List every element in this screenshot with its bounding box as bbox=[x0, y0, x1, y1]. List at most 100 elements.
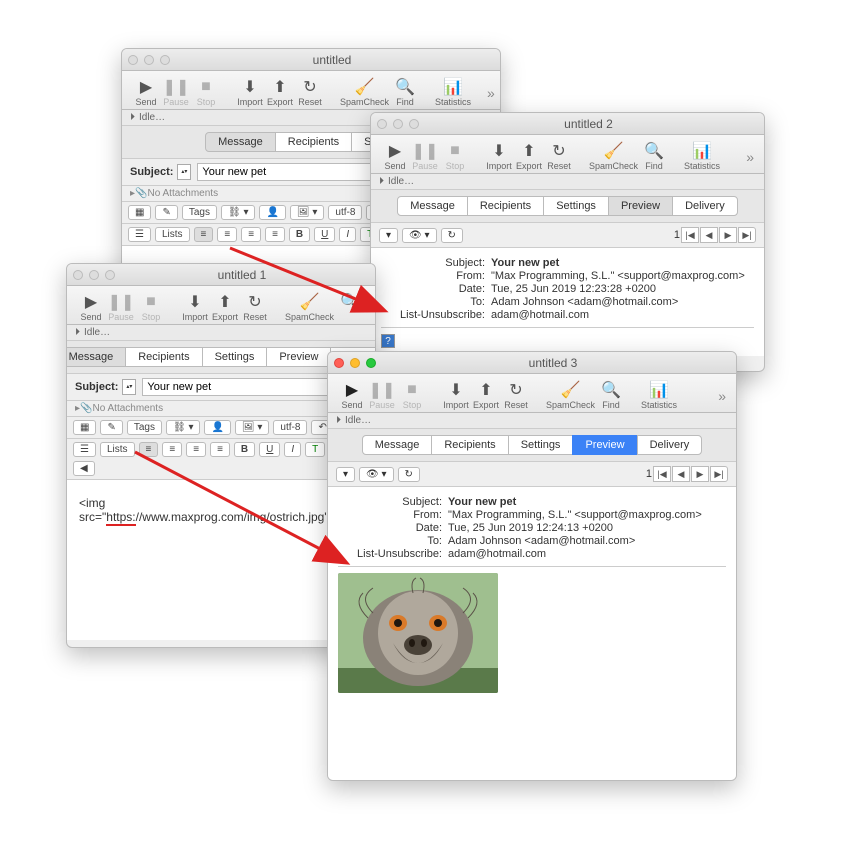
link-button[interactable]: ⛓ ▾ bbox=[166, 420, 201, 435]
statistics-button[interactable]: 📊Statistics bbox=[435, 77, 471, 107]
find-button[interactable]: 🔍 bbox=[336, 292, 364, 322]
align-right-button[interactable]: ≡ bbox=[186, 442, 206, 457]
toolbar-overflow-icon[interactable]: » bbox=[487, 85, 495, 107]
dropdown-button[interactable]: ▾ bbox=[336, 467, 355, 482]
minimize-icon[interactable] bbox=[89, 270, 99, 280]
spamcheck-button[interactable]: 🧹SpamCheck bbox=[546, 380, 595, 410]
lists-menu[interactable]: Lists bbox=[100, 442, 135, 457]
outdent-button[interactable]: ◀ bbox=[73, 461, 95, 476]
tab-delivery[interactable]: Delivery bbox=[637, 435, 703, 455]
stop-button[interactable]: ■Stop bbox=[398, 380, 426, 410]
textcolor-button[interactable]: T bbox=[305, 442, 325, 457]
refresh-button[interactable]: ↻ bbox=[398, 467, 420, 482]
bold-button[interactable]: B bbox=[289, 227, 310, 242]
zoom-icon[interactable] bbox=[160, 55, 170, 65]
titlebar[interactable]: untitled 2 bbox=[371, 113, 764, 135]
send-button[interactable]: ▶Send bbox=[381, 141, 409, 171]
import-button[interactable]: ⬇Import bbox=[442, 380, 470, 410]
spamcheck-button[interactable]: 🧹SpamCheck bbox=[285, 292, 334, 322]
tab-preview[interactable]: Preview bbox=[266, 347, 331, 367]
pause-button[interactable]: ❚❚Pause bbox=[368, 380, 396, 410]
first-button[interactable]: |◀ bbox=[653, 466, 671, 482]
minimize-icon[interactable] bbox=[393, 119, 403, 129]
reset-button[interactable]: ↻Reset bbox=[296, 77, 324, 107]
picture-button[interactable]: 🖼 ▾ bbox=[235, 420, 270, 435]
tab-message[interactable]: Message bbox=[66, 347, 126, 367]
italic-button[interactable]: I bbox=[339, 227, 356, 242]
tab-recipients[interactable]: Recipients bbox=[125, 347, 202, 367]
export-button[interactable]: ⬆Export bbox=[472, 380, 500, 410]
prev-button[interactable]: ◀ bbox=[672, 466, 690, 482]
segment-button[interactable]: ▦ bbox=[128, 205, 151, 220]
draw-button[interactable]: ✎ bbox=[100, 420, 122, 435]
list-button[interactable]: ☰ bbox=[128, 227, 151, 242]
align-justify-button[interactable]: ≡ bbox=[210, 442, 230, 457]
send-button[interactable]: ▶Send bbox=[77, 292, 105, 322]
tab-settings[interactable]: Settings bbox=[202, 347, 268, 367]
bold-button[interactable]: B bbox=[234, 442, 255, 457]
align-justify-button[interactable]: ≡ bbox=[265, 227, 285, 242]
export-button[interactable]: ⬆Export bbox=[211, 292, 239, 322]
align-center-button[interactable]: ≡ bbox=[162, 442, 182, 457]
eye-button[interactable]: 👁 ▾ bbox=[359, 467, 394, 482]
export-button[interactable]: ⬆Export bbox=[266, 77, 294, 107]
import-button[interactable]: ⬇Import bbox=[181, 292, 209, 322]
titlebar[interactable]: untitled 1 bbox=[67, 264, 375, 286]
align-center-button[interactable]: ≡ bbox=[217, 227, 237, 242]
expand-icon[interactable]: ⏵ bbox=[75, 327, 80, 338]
send-button[interactable]: ▶Send bbox=[132, 77, 160, 107]
tags-menu[interactable]: Tags bbox=[182, 205, 217, 220]
tab-delivery[interactable]: Delivery bbox=[672, 196, 738, 216]
dropdown-button[interactable]: ▾ bbox=[379, 228, 398, 243]
pause-button[interactable]: ❚❚Pause bbox=[411, 141, 439, 171]
eye-button[interactable]: 👁 ▾ bbox=[402, 228, 437, 243]
tab-message[interactable]: Message bbox=[362, 435, 433, 455]
reset-button[interactable]: ↻Reset bbox=[502, 380, 530, 410]
find-button[interactable]: 🔍Find bbox=[597, 380, 625, 410]
expand-icon[interactable]: ⏵ bbox=[130, 112, 135, 123]
next-button[interactable]: ▶ bbox=[691, 466, 709, 482]
refresh-button[interactable]: ↻ bbox=[441, 228, 463, 243]
titlebar[interactable]: untitled bbox=[122, 49, 500, 71]
zoom-icon[interactable] bbox=[105, 270, 115, 280]
italic-button[interactable]: I bbox=[284, 442, 301, 457]
tab-settings[interactable]: Settings bbox=[508, 435, 574, 455]
prev-button[interactable]: ◀ bbox=[700, 227, 718, 243]
zoom-icon[interactable] bbox=[409, 119, 419, 129]
expand-icon[interactable]: ⏵ bbox=[336, 415, 341, 426]
close-icon[interactable] bbox=[377, 119, 387, 129]
statistics-button[interactable]: 📊Statistics bbox=[641, 380, 677, 410]
find-button[interactable]: 🔍Find bbox=[391, 77, 419, 107]
person-button[interactable]: 👤 bbox=[259, 205, 285, 220]
list-button[interactable]: ☰ bbox=[73, 442, 96, 457]
align-right-button[interactable]: ≡ bbox=[241, 227, 261, 242]
tab-settings[interactable]: Settings bbox=[543, 196, 609, 216]
tab-recipients[interactable]: Recipients bbox=[431, 435, 508, 455]
encoding-menu[interactable]: utf-8 bbox=[328, 205, 362, 220]
reset-button[interactable]: ↻Reset bbox=[241, 292, 269, 322]
titlebar[interactable]: untitled 3 bbox=[328, 352, 736, 374]
segment-button[interactable]: ▦ bbox=[73, 420, 96, 435]
link-button[interactable]: ⛓ ▾ bbox=[221, 205, 256, 220]
toolbar-overflow-icon[interactable]: » bbox=[746, 149, 754, 171]
lists-menu[interactable]: Lists bbox=[155, 227, 190, 242]
tags-menu[interactable]: Tags bbox=[127, 420, 162, 435]
pause-button[interactable]: ❚❚Pause bbox=[162, 77, 190, 107]
person-button[interactable]: 👤 bbox=[204, 420, 230, 435]
subject-stepper[interactable]: ▴▾ bbox=[177, 164, 191, 180]
tab-message[interactable]: Message bbox=[397, 196, 468, 216]
last-button[interactable]: ▶| bbox=[710, 466, 728, 482]
last-button[interactable]: ▶| bbox=[738, 227, 756, 243]
import-button[interactable]: ⬇Import bbox=[236, 77, 264, 107]
toolbar-overflow-icon[interactable]: » bbox=[718, 388, 726, 410]
stop-button[interactable]: ■Stop bbox=[441, 141, 469, 171]
zoom-icon[interactable] bbox=[366, 358, 376, 368]
close-icon[interactable] bbox=[73, 270, 83, 280]
tab-message[interactable]: Message bbox=[205, 132, 276, 152]
encoding-menu[interactable]: utf-8 bbox=[273, 420, 307, 435]
tab-recipients[interactable]: Recipients bbox=[275, 132, 352, 152]
statistics-button[interactable]: 📊Statistics bbox=[684, 141, 720, 171]
align-left-button[interactable]: ≡ bbox=[139, 442, 159, 457]
export-button[interactable]: ⬆Export bbox=[515, 141, 543, 171]
reset-button[interactable]: ↻Reset bbox=[545, 141, 573, 171]
